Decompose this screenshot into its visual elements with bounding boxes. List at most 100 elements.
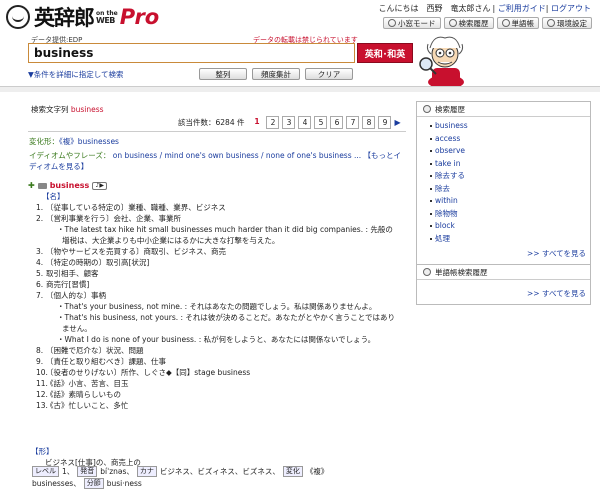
example-line: ・The latest tax hike hit small businesse…	[57, 225, 393, 234]
professor-mascot-icon	[419, 36, 464, 89]
small-window-button[interactable]: 小窓モード	[383, 17, 441, 29]
sense-line: 11.《話》小言、苦言、目玉	[28, 378, 408, 389]
audio-play-button[interactable]: ♪▶	[92, 181, 108, 190]
sense-text: 〔特定の時期の〕取引高[状況]	[46, 258, 150, 267]
sense-line: 7. 〔個人的な〕事柄	[28, 290, 408, 301]
search-history-button[interactable]: 検索履歴	[443, 17, 494, 29]
dictionary-select-button[interactable]: 英和･和英	[357, 43, 413, 63]
sense-text: 〔個人的な〕事柄	[46, 291, 106, 300]
history-item[interactable]: 除去	[430, 183, 590, 196]
logout-link[interactable]: ログアウト	[551, 4, 591, 13]
sense-line: 9. 〔責任と取り組むべき〕課題、仕事	[28, 356, 408, 367]
add-wordbook-icon[interactable]: ✚	[28, 180, 35, 191]
sense-text: 商売行[習慣]	[46, 280, 90, 289]
sense-line: 3. 〔物やサービスを売買する〕商取引、ビジネス、商売	[28, 246, 408, 257]
wordbook-button[interactable]: 単語帳	[496, 17, 539, 29]
page-2[interactable]: 2	[266, 116, 280, 129]
entry-properties-2: businesses、 分節 busi·ness	[32, 478, 142, 489]
example-line: ません。	[62, 324, 92, 333]
history-item[interactable]: 除去する	[430, 170, 590, 183]
history-item[interactable]: access	[430, 133, 590, 146]
sense-number: 3.	[36, 247, 44, 256]
sense-text: 〔従事している特定の〕業種、職種、業界、ビジネス	[46, 203, 226, 212]
history-item[interactable]: 処理	[430, 233, 590, 246]
sense-line: 4. 〔特定の時期の〕取引高[状況]	[28, 257, 408, 268]
top-toolbar: 小窓モード 検索履歴 単語帳 環境設定	[383, 17, 592, 29]
sense-number: 7.	[36, 291, 44, 300]
sense-line: 12.《話》素晴らしいもの	[28, 389, 408, 400]
sense-number: 1.	[36, 203, 44, 212]
sense-text: 取引相手、顧客	[46, 269, 99, 278]
history-item[interactable]: take in	[430, 158, 590, 171]
sense-line: 6. 商売行[習慣]	[28, 279, 408, 290]
history-item[interactable]: observe	[430, 145, 590, 158]
idiom-links[interactable]: on business / mind one's own business / …	[113, 151, 361, 160]
history-item[interactable]: within	[430, 195, 590, 208]
history-item[interactable]: business	[430, 120, 590, 133]
sense-number: 13.	[36, 401, 48, 410]
guide-link[interactable]: ご利用ガイド	[498, 4, 546, 13]
page-7[interactable]: 7	[346, 116, 360, 129]
search-input[interactable]	[28, 43, 355, 63]
sense-number: 11.	[36, 379, 48, 388]
idiom-line: イディオムやフレーズ： on business / mind one's own…	[29, 151, 402, 171]
greeting-text: こんにちは 西野 竜太郎さん	[378, 4, 491, 13]
gear-icon	[547, 19, 555, 27]
next-page-icon[interactable]: ▶	[394, 118, 400, 127]
sense-line: 13.《古》忙しいこと、多忙	[28, 400, 408, 411]
headword: business	[49, 181, 90, 190]
sense-number: 6.	[36, 280, 44, 289]
page-8[interactable]: 8	[362, 116, 376, 129]
logo-sub-web: WEB	[96, 16, 115, 25]
history-title: 検索履歴	[435, 104, 465, 114]
clear-button[interactable]: クリア	[305, 68, 353, 80]
page-6[interactable]: 6	[330, 116, 344, 129]
frequency-button[interactable]: 頻度集計	[252, 68, 300, 80]
history-item[interactable]: 除物物	[430, 208, 590, 221]
history-see-all-link[interactable]: >> すべてを見る	[527, 249, 586, 258]
sense-text: 〔責任と取り組むべき〕課題、仕事	[46, 357, 166, 366]
logo-text: 英辞郎	[34, 5, 95, 30]
search-history-panel: 検索履歴 business access observe take in 除去する 除去 w…	[416, 101, 591, 265]
sense-number: 5.	[36, 269, 44, 278]
query-summary: 検索文字列 business	[31, 105, 104, 114]
page-5[interactable]: 5	[314, 116, 328, 129]
wordbook-see-all-link[interactable]: >> すべてを見る	[527, 289, 586, 298]
logo-pro: Pro	[119, 5, 160, 29]
sense-text: 〔困難で厄介な〕状況、問題	[46, 346, 144, 355]
sense-text: 〔営利事業を行う〕会社、企業、事業所	[46, 214, 181, 223]
sense-line: 2. 〔営利事業を行う〕会社、企業、事業所	[28, 213, 408, 224]
sense-text: 《話》素晴らしいもの	[46, 390, 121, 399]
results-divider	[28, 131, 406, 132]
sense-number: 9.	[36, 357, 44, 366]
history-list: business access observe take in 除去する 除去 within…	[417, 117, 590, 245]
result-count: 該当件数：6284 件	[178, 118, 245, 127]
site-logo[interactable]: 英辞郎 on the WEB Pro	[6, 2, 159, 32]
sense-line: 8. 〔困難で厄介な〕状況、問題	[28, 345, 408, 356]
wordbook-icon[interactable]	[37, 182, 47, 189]
page-3[interactable]: 3	[282, 116, 296, 129]
sense-number: 8.	[36, 346, 44, 355]
user-greeting-bar: こんにちは 西野 竜太郎さん | ご利用ガイド| ログアウト	[378, 4, 592, 13]
wordbook-history-panel: 単語帳検索履歴 >> すべてを見る	[416, 264, 591, 305]
pos-adjective: 【形】	[31, 447, 54, 456]
advanced-search-link[interactable]: ▼条件を詳細に指定して検索	[28, 69, 124, 80]
history-icon	[448, 19, 457, 27]
entry-properties: レベル 1、 発音 bíˈznəs、 カナ ビジネス、ビズィネス、ビズネス、 変化 《複…	[32, 466, 328, 477]
sense-text: 《話》小言、苦言、目玉	[46, 379, 129, 388]
wordbook-title: 単語帳検索履歴	[435, 267, 488, 277]
sort-button[interactable]: 整列	[199, 68, 247, 80]
sense-number: 4.	[36, 258, 44, 267]
page-4[interactable]: 4	[298, 116, 312, 129]
query-value: business	[70, 105, 104, 114]
logo-face-icon	[6, 5, 30, 29]
settings-button[interactable]: 環境設定	[542, 17, 592, 29]
history-item[interactable]: block	[430, 220, 590, 233]
sense-line: 10.〔役者のせりげない〕所作、しぐさ◆【同】stage business	[28, 367, 408, 378]
inflection-line: 変化形：《複》businesses	[29, 137, 119, 146]
pagination: 該当件数：6284 件 1 2 3 4 5 6 7 8 9 ▶	[178, 116, 401, 129]
page-9[interactable]: 9	[378, 116, 392, 129]
sense-text: 〔役者のせりげない〕所作、しぐさ◆【同】stage business	[46, 368, 251, 377]
adjective-sense: 【形】 ビジネス[仕事]の、商売上の	[31, 447, 141, 467]
sense-line: 1. 〔従事している特定の〕業種、職種、業界、ビジネス	[28, 202, 408, 213]
